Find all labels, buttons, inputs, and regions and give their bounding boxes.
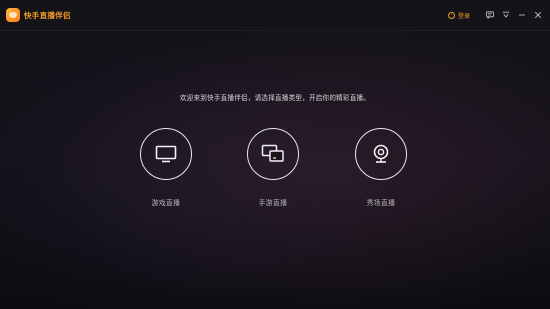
app-title: 快手直播伴侣 — [24, 10, 71, 20]
option-label: 手游直播 — [258, 199, 288, 207]
option-circle[interactable] — [140, 128, 192, 180]
title-bar: 快手直播伴侣 登录 — [0, 0, 550, 31]
monitor-icon — [155, 145, 177, 163]
option-circle[interactable] — [247, 128, 299, 180]
close-button[interactable] — [532, 9, 544, 21]
option-mobile-game-live[interactable]: 手游直播 — [233, 128, 313, 207]
title-bar-controls: 登录 — [447, 0, 544, 30]
login-button[interactable]: 登录 — [447, 11, 470, 20]
live-type-options: 游戏直播 手游直播 秀场直播 — [0, 128, 550, 218]
login-label: 登录 — [457, 12, 470, 20]
option-game-live[interactable]: 游戏直播 — [126, 128, 206, 207]
phone-screen-icon — [261, 144, 284, 162]
user-icon — [447, 11, 455, 19]
kuaishou-logo-icon — [6, 8, 20, 22]
webcam-icon — [373, 144, 389, 163]
option-label: 秀场直播 — [366, 199, 396, 207]
close-icon — [534, 11, 542, 19]
option-label: 游戏直播 — [151, 199, 181, 207]
welcome-message: 欢迎来到快手直播伴侣，请选择直播类型，开启你的精彩直播。 — [179, 94, 371, 102]
minimize-button[interactable] — [516, 9, 528, 21]
message-icon — [486, 11, 494, 19]
app-window: 快手直播伴侣 登录 欢迎来到快手直播伴侣，请选择直播类型，开启你的精彩直播。 游… — [0, 0, 550, 309]
option-circle[interactable] — [355, 128, 407, 180]
feedback-button[interactable] — [484, 9, 496, 21]
minimize-icon — [519, 14, 525, 16]
menu-button[interactable] — [500, 9, 512, 21]
menu-dropdown-icon — [502, 11, 510, 18]
option-show-live[interactable]: 秀场直播 — [341, 128, 421, 207]
